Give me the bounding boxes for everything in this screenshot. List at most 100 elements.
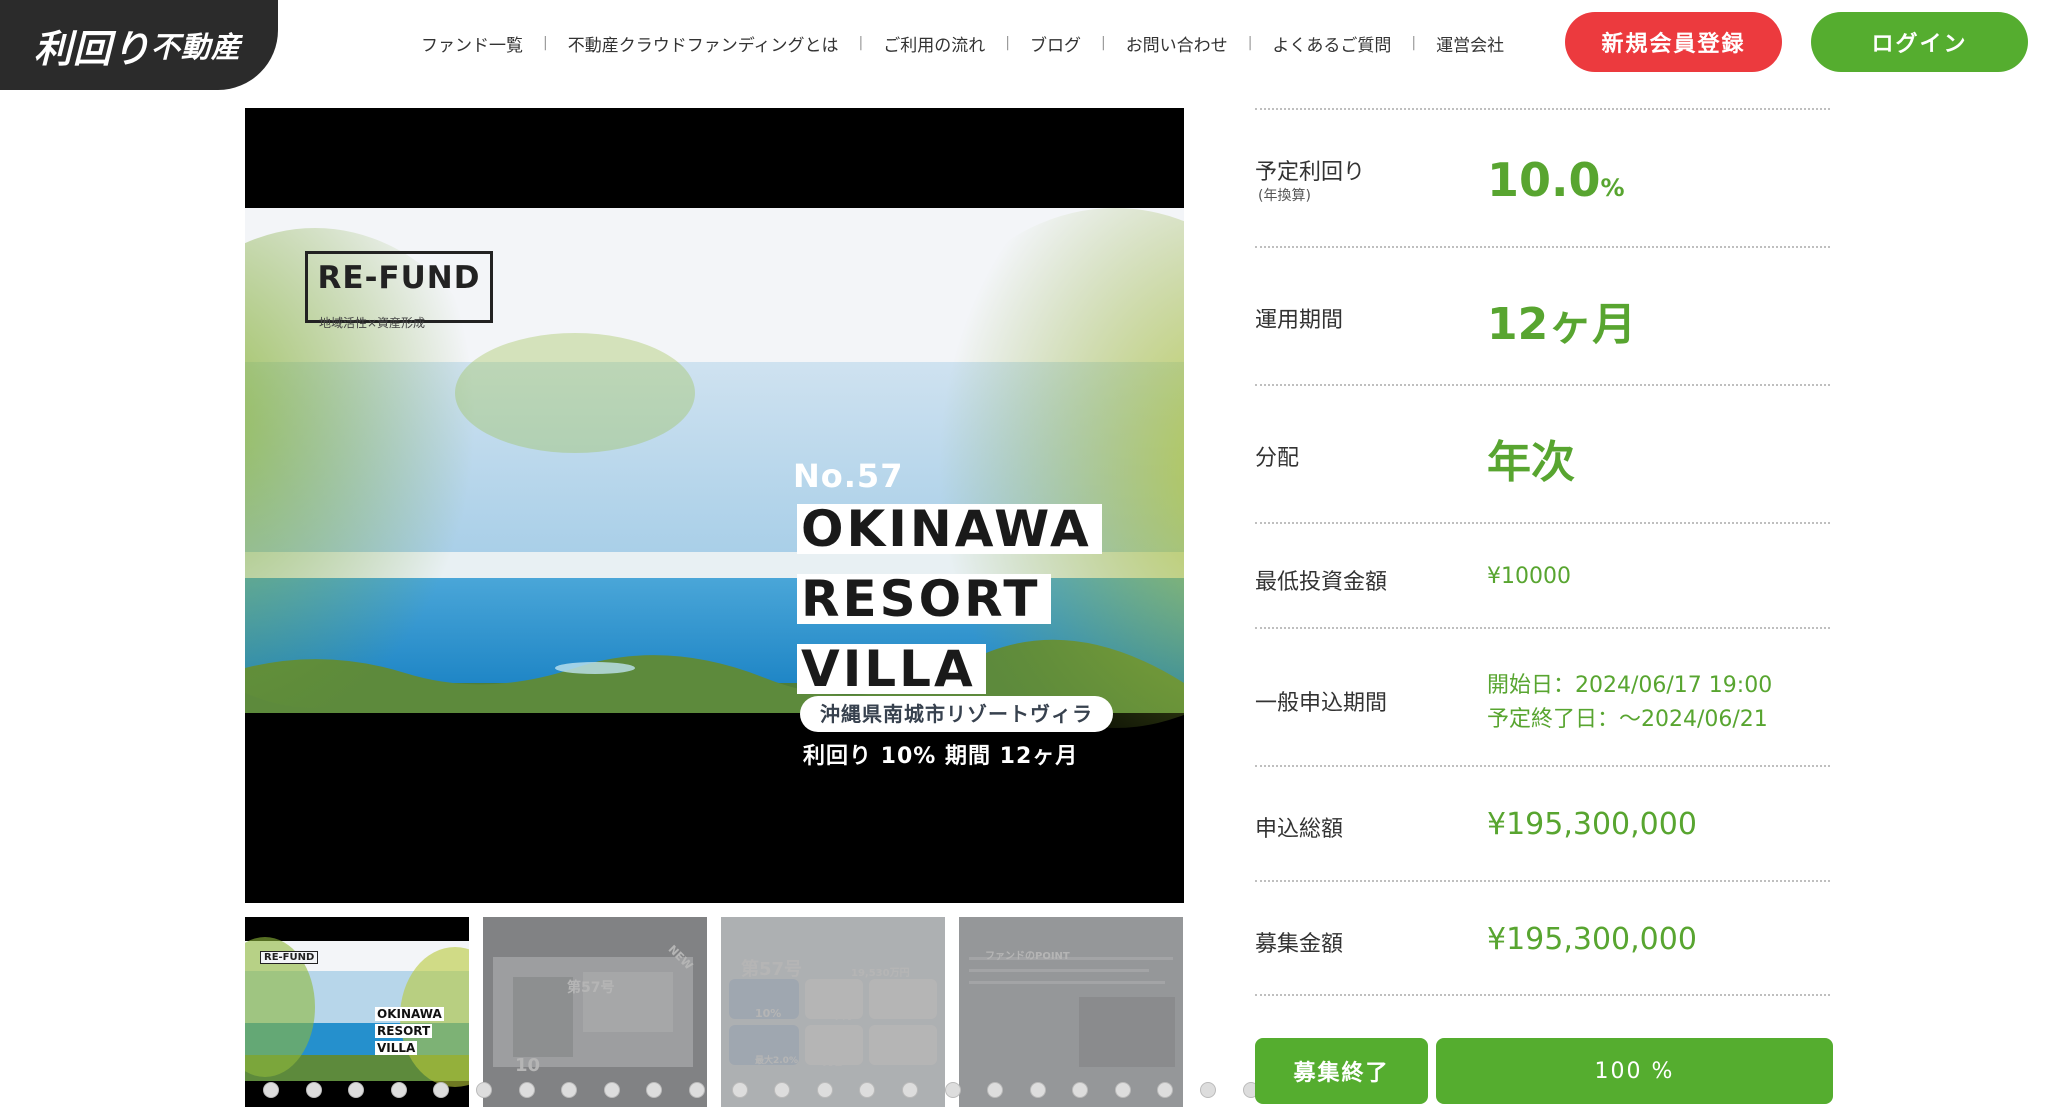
brand-logo-text: RE-FUND [317, 260, 481, 296]
fund-status-bar: 募集終了 100 % [1255, 1038, 1833, 1104]
info-row-apply-period: 一般申込期間 開始日：2024/06/17 19:00 予定終了日：〜2024/… [1255, 627, 1830, 765]
thumbnail-2-number: 10 [515, 1055, 541, 1076]
brand-tagline: 地域活性×資産形成 [319, 316, 426, 330]
nav-contact[interactable]: お問い合わせ [1126, 31, 1228, 56]
thumbnail-3-amount: 19,530万円 [851, 968, 910, 979]
min-investment-label: 最低投資金額 [1255, 570, 1388, 595]
nav-separator: | [858, 35, 864, 51]
applied-total-label: 申込総額 [1255, 817, 1344, 842]
slider-dot[interactable] [688, 1082, 705, 1098]
thumbnail-2-title: 第57号 [567, 980, 615, 996]
slider-dot[interactable] [518, 1082, 535, 1098]
slider-dot[interactable] [475, 1082, 492, 1098]
slider-dot[interactable] [433, 1082, 450, 1098]
info-row-distribution: 分配 年次 [1255, 384, 1830, 522]
apply-start: 開始日：2024/06/17 19:00 [1487, 673, 1773, 698]
nav-separator: | [1005, 35, 1010, 51]
slider-dot[interactable] [1114, 1082, 1131, 1098]
login-button[interactable]: ログイン [1811, 12, 2028, 72]
yield-sub-label: (年換算) [1258, 188, 1311, 204]
slider-dot[interactable] [1029, 1082, 1046, 1098]
slider-dot[interactable] [390, 1082, 407, 1098]
thumbnail-2-new-badge: NEW [665, 942, 696, 973]
slider-dot[interactable] [603, 1082, 620, 1098]
logo-sub-text: 不動産 [151, 30, 242, 64]
nav-blog[interactable]: ブログ [1030, 31, 1081, 56]
slider-dot[interactable] [859, 1082, 876, 1098]
slider-dot[interactable] [561, 1082, 578, 1098]
nav-faq[interactable]: よくあるご質問 [1272, 31, 1391, 56]
thumbnail-1-line-2: RESORT [375, 1024, 433, 1038]
slider-dot[interactable] [263, 1082, 279, 1098]
brand-logo-box: RE-FUND [305, 251, 493, 323]
hero-title-line-3: VILLA [797, 644, 986, 694]
thumbnail-3-image [721, 917, 945, 1107]
slider-dot[interactable] [1200, 1082, 1217, 1098]
yield-value-number: 10.0 [1487, 153, 1601, 207]
thumbnail-2-image [483, 917, 707, 1107]
target-amount-label: 募集金額 [1255, 932, 1344, 957]
site-logo[interactable]: 利回り 不動産 [0, 0, 278, 90]
yield-value-unit: % [1600, 174, 1625, 202]
info-row-target-amount: 募集金額 ¥195,300,000 [1255, 880, 1830, 996]
nav-separator: | [543, 35, 548, 51]
period-value: 12ヶ月 [1487, 299, 1637, 350]
logo-main-text: 利回り [34, 26, 152, 71]
slider-dot[interactable] [1072, 1082, 1089, 1098]
slider-dot[interactable] [987, 1082, 1004, 1098]
slider-dot[interactable] [731, 1082, 748, 1098]
slider-dot[interactable] [305, 1082, 322, 1098]
distribution-value: 年次 [1487, 437, 1575, 488]
thumbnail-1-brand: RE-FUND [260, 951, 319, 964]
thumbnail-1-line-1: OKINAWA [375, 1007, 444, 1021]
slider-dot[interactable] [944, 1082, 961, 1098]
target-amount-value: ¥195,300,000 [1487, 922, 1697, 957]
slider-dot[interactable] [901, 1082, 918, 1098]
register-button[interactable]: 新規会員登録 [1565, 12, 1782, 72]
thumbnail-3[interactable]: 第57号 19,530万円 10% 12ヶ月 最大2.0% 先着 キャピタル型 [721, 917, 945, 1107]
yield-label: 予定利回り [1255, 160, 1366, 185]
slider-dot[interactable] [1157, 1082, 1174, 1098]
info-row-period: 運用期間 12ヶ月 [1255, 246, 1830, 384]
thumbnail-3-bonus: 最大2.0% [755, 1056, 798, 1066]
slider-dot[interactable] [774, 1082, 791, 1098]
thumbnail-1[interactable]: RE-FUND OKINAWA RESORT VILLA [245, 917, 469, 1107]
thumbnail-3-dist: 先着 [823, 1057, 843, 1068]
thumbnail-3-period: 12ヶ月 [819, 1011, 853, 1022]
nav-usage-flow[interactable]: ご利用の流れ [883, 31, 985, 56]
nav-separator: | [1100, 35, 1106, 51]
thumbnail-strip: RE-FUND OKINAWA RESORT VILLA 第57号 NEW 10… [245, 917, 1184, 1107]
yield-value: 10.0% [1487, 153, 1625, 207]
nav-separator: | [1411, 35, 1417, 51]
slider-dots [263, 1082, 1259, 1098]
hero-title-line-2: RESORT [797, 574, 1051, 624]
hero-yield-period: 利回り 10% 期間 12ヶ月 [803, 744, 1079, 769]
nav-fund-list[interactable]: ファンド一覧 [421, 31, 523, 56]
thumbnail-3-type: キャピタル型 [873, 1056, 928, 1066]
recruitment-closed-badge: 募集終了 [1255, 1038, 1428, 1104]
slider-dot[interactable] [816, 1082, 833, 1098]
distribution-label: 分配 [1255, 446, 1300, 471]
min-investment-value: ¥10000 [1487, 564, 1571, 589]
applied-total-value: ¥195,300,000 [1487, 807, 1697, 842]
nav-company[interactable]: 運営会社 [1436, 31, 1504, 56]
hero-title-line-1: OKINAWA [797, 504, 1102, 554]
slider-dot[interactable] [646, 1082, 663, 1098]
fund-number: No.57 [793, 457, 904, 495]
thumbnail-1-line-3: VILLA [375, 1041, 418, 1055]
nav-about-crowdfunding[interactable]: 不動産クラウドファンディングとは [568, 31, 839, 56]
nav-separator: | [1247, 35, 1253, 51]
thumbnail-2[interactable]: 第57号 NEW 10 [483, 917, 707, 1107]
funding-progress-bar: 100 % [1436, 1038, 1833, 1104]
thumbnail-3-yield: 10% [755, 1007, 782, 1020]
info-row-min-investment: 最低投資金額 ¥10000 [1255, 522, 1830, 627]
global-nav: ファンド一覧 | 不動産クラウドファンディングとは | ご利用の流れ | ブログ… [421, 29, 1504, 57]
apply-end: 予定終了日：〜2024/06/21 [1487, 707, 1768, 732]
slider-dot[interactable] [348, 1082, 365, 1098]
apply-period-label: 一般申込期間 [1255, 691, 1388, 716]
thumbnail-4-image [959, 917, 1183, 1107]
location-pill: 沖縄県南城市リゾートヴィラ [800, 696, 1113, 732]
thumbnail-4[interactable]: ファンドのPOINT [959, 917, 1183, 1107]
period-label: 運用期間 [1255, 308, 1344, 333]
fund-main-image: RE-FUND 地域活性×資産形成 No.57 OKINAWA RESORT V… [245, 108, 1184, 903]
